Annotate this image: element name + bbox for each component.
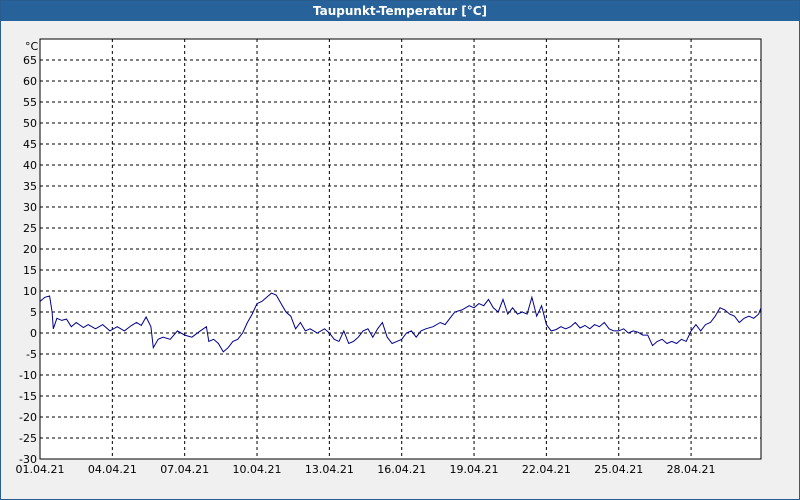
y-tick-label: 35 [23, 180, 37, 193]
x-tick-label: 04.04.21 [88, 463, 137, 476]
y-tick-label: 65 [23, 54, 37, 67]
y-tick-label: 40 [23, 159, 37, 172]
x-tick-label: 07.04.21 [160, 463, 209, 476]
y-tick-label: 25 [23, 222, 37, 235]
line-chart: 65605550454035302520151050-5-10-15-20-25… [16, 38, 762, 476]
y-tick-label: -25 [19, 432, 37, 445]
x-tick-label: 22.04.21 [522, 463, 571, 476]
x-tick-label: 10.04.21 [233, 463, 282, 476]
y-axis-unit: °C [25, 40, 39, 53]
y-tick-label: 30 [23, 201, 37, 214]
x-axis-ticks: 01.04.21 04.04.21 07.04.21 10.04.21 13.04.21… [16, 463, 716, 476]
y-tick-label: -20 [19, 411, 37, 424]
y-tick-label: 55 [23, 96, 37, 109]
y-tick-label: 50 [23, 117, 37, 130]
x-tick-label: 25.04.21 [594, 463, 643, 476]
x-tick-label: 01.04.21 [16, 463, 65, 476]
y-tick-label: 10 [23, 285, 37, 298]
y-tick-label: 20 [23, 243, 37, 256]
gridlines [40, 39, 761, 459]
y-tick-label: 15 [23, 264, 37, 277]
x-tick-label: 16.04.21 [377, 463, 426, 476]
y-axis-ticks: 65605550454035302520151050-5-10-15-20-25… [19, 54, 37, 466]
y-tick-label: -15 [19, 390, 37, 403]
y-tick-label: -10 [19, 369, 37, 382]
y-tick-label: -5 [26, 348, 37, 361]
y-tick-label: 0 [30, 327, 37, 340]
y-tick-label: 60 [23, 75, 37, 88]
x-tick-label: 28.04.21 [667, 463, 716, 476]
x-tick-label: 13.04.21 [305, 463, 354, 476]
y-tick-label: 45 [23, 138, 37, 151]
x-tick-label: 19.04.21 [450, 463, 499, 476]
chart-title: Taupunkt-Temperatur [°C] [1, 1, 799, 21]
y-tick-label: 5 [30, 306, 37, 319]
